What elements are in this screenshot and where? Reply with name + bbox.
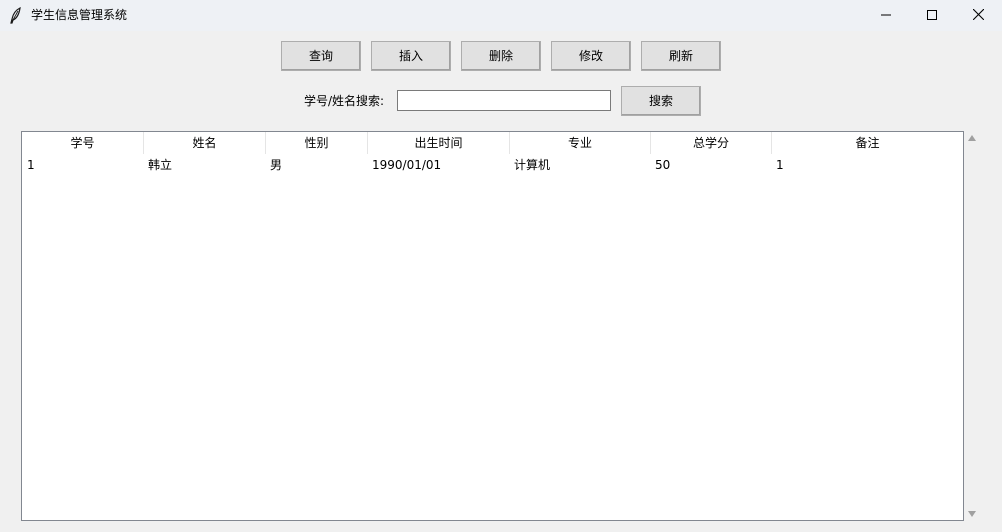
- search-button[interactable]: 搜索: [621, 86, 701, 116]
- column-header-name[interactable]: 姓名: [144, 132, 266, 154]
- close-button[interactable]: [955, 0, 1001, 31]
- minimize-button[interactable]: [863, 0, 909, 31]
- column-header-gender[interactable]: 性别: [266, 132, 368, 154]
- column-header-student-id[interactable]: 学号: [22, 132, 144, 154]
- insert-button[interactable]: 插入: [371, 41, 451, 71]
- column-header-birth-date[interactable]: 出生时间: [368, 132, 510, 154]
- cell-remarks: 1: [776, 158, 784, 172]
- feather-icon: [10, 6, 22, 24]
- cell-total-credits: 50: [655, 158, 671, 172]
- scroll-down-arrow-icon[interactable]: [968, 511, 976, 517]
- table-header: 学号 姓名 性别 出生时间 专业 总学分 备注: [22, 132, 963, 154]
- vertical-scrollbar[interactable]: [964, 131, 981, 521]
- window-title: 学生信息管理系统: [31, 8, 128, 22]
- refresh-button[interactable]: 刷新: [641, 41, 721, 71]
- cell-name: 韩立: [148, 158, 173, 172]
- scroll-up-arrow-icon[interactable]: [968, 135, 976, 141]
- maximize-icon: [927, 9, 937, 23]
- title-bar[interactable]: 学生信息管理系统: [0, 0, 1002, 31]
- cell-gender: 男: [270, 158, 283, 172]
- column-header-major[interactable]: 专业: [510, 132, 651, 154]
- main-window: 学生信息管理系统 查询 插入 删除 修改 刷新 学号/姓名搜索: 搜索 学号 姓…: [0, 0, 1002, 532]
- column-header-remarks[interactable]: 备注: [772, 132, 963, 154]
- cell-student-id: 1: [27, 158, 35, 172]
- modify-button[interactable]: 修改: [551, 41, 631, 71]
- search-label: 学号/姓名搜索:: [304, 94, 385, 108]
- student-table[interactable]: 学号 姓名 性别 出生时间 专业 总学分 备注 1 韩立 男 1990/01/0…: [21, 131, 964, 521]
- maximize-button[interactable]: [909, 0, 955, 31]
- table-row[interactable]: 1 韩立 男 1990/01/01 计算机 50 1: [22, 155, 963, 175]
- cell-major: 计算机: [514, 158, 551, 172]
- query-button[interactable]: 查询: [281, 41, 361, 71]
- delete-button[interactable]: 删除: [461, 41, 541, 71]
- cell-birth-date: 1990/01/01: [372, 158, 442, 172]
- search-input[interactable]: [397, 90, 611, 111]
- close-icon: [972, 8, 984, 23]
- column-header-total-credits[interactable]: 总学分: [651, 132, 772, 154]
- minimize-icon: [881, 9, 891, 23]
